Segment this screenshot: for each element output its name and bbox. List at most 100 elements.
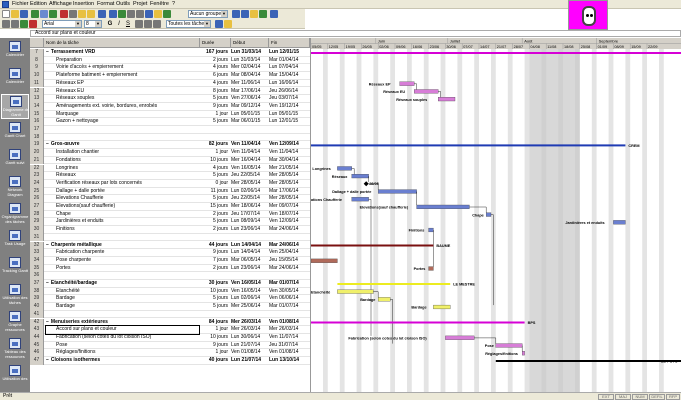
cell-finish[interactable]: Mar 30/04/14 [269, 157, 310, 165]
cell-id[interactable]: 27 [30, 203, 44, 211]
cell-name[interactable]: Gazon + nettoyage [46, 118, 199, 126]
cell-dur[interactable]: 167 jours [200, 49, 230, 57]
cell-id[interactable]: 44 [30, 333, 44, 342]
gantt-wizard-icon[interactable] [224, 20, 232, 28]
cell-dur[interactable]: 4 jours [200, 80, 230, 88]
cell-id[interactable]: 29 [30, 218, 44, 227]
cell-start[interactable]: Mer 16/04/14 [231, 157, 268, 165]
view-bar-item[interactable]: Tableau des ressources [1, 337, 29, 362]
cell-id[interactable]: 10 [30, 72, 44, 80]
cell-finish[interactable]: Mer 28/05/14 [269, 180, 310, 188]
cell-name[interactable]: Voirie d'accès + empierrement [46, 64, 199, 72]
cell-finish[interactable]: Lun 12/01/15 [269, 118, 310, 126]
cell-name[interactable]: Jardinières et enduits [46, 218, 199, 226]
menu-format[interactable]: Format [97, 1, 114, 8]
autofilter-icon[interactable] [215, 20, 223, 28]
cell-start[interactable]: Mer 11/06/14 [231, 80, 268, 88]
task-row[interactable]: 34 Pose charpente 7 jours Mar 06/05/14 Jeu 1… [30, 256, 310, 265]
cell-dur[interactable] [200, 311, 230, 319]
cell-finish[interactable] [269, 272, 310, 280]
cell-start[interactable]: Lun 21/07/14 [231, 357, 268, 365]
cell-start[interactable]: Lun 30/06/14 [231, 334, 268, 342]
spelling-icon[interactable] [49, 10, 57, 18]
font-select[interactable]: Arial ▼ [42, 20, 82, 28]
chevron-down-icon[interactable]: ▼ [75, 21, 81, 27]
cell-start[interactable]: Ven 01/08/14 [231, 349, 268, 357]
menu-insertion[interactable]: Insertion [73, 1, 94, 8]
cell-name[interactable]: − Gros-œuvre [46, 141, 199, 149]
cell-id[interactable]: 45 [30, 341, 44, 350]
cell-dur[interactable]: 10 jours [200, 288, 230, 296]
cell-id[interactable]: 11 [30, 79, 44, 88]
cell-finish[interactable]: Lun 05/01/15 [269, 111, 310, 119]
save-icon[interactable] [20, 10, 28, 18]
cell-start[interactable] [231, 126, 268, 134]
align-right-icon[interactable] [153, 20, 161, 28]
task-row[interactable]: 29 Jardinières et enduits 5 jours Lun 08/09… [30, 218, 310, 227]
cell-start[interactable]: Mer 26/03/14 [231, 326, 268, 334]
menu-fichier[interactable]: Fichier [12, 1, 29, 8]
cell-dur[interactable]: 44 jours [200, 242, 230, 250]
cell-start[interactable]: Jeu 22/05/14 [231, 172, 268, 180]
cell-start[interactable]: Lun 02/06/14 [231, 295, 268, 303]
cell-dur[interactable]: 15 jours [200, 203, 230, 211]
paste-icon[interactable] [78, 10, 86, 18]
cell-start[interactable]: Ven 11/04/14 [231, 149, 268, 157]
open-folder-icon[interactable] [11, 10, 19, 18]
cut-icon[interactable] [60, 10, 68, 18]
cell-dur[interactable]: 1 jour [200, 326, 230, 334]
summary-task-row[interactable]: 42− Menuiseries extérieures 84 jours Mer 26… [30, 318, 310, 327]
cell-id[interactable]: 39 [30, 295, 44, 304]
cell-id[interactable]: 16 [30, 118, 44, 126]
cell-name[interactable]: Bardage [46, 295, 199, 303]
hyperlink-icon[interactable] [109, 10, 117, 18]
cell-dur[interactable]: 4 jours [200, 165, 230, 173]
cell-finish[interactable]: Lun 12/01/15 [269, 49, 310, 57]
view-bar-item[interactable]: Calendrier [1, 67, 29, 92]
view-bar-item[interactable]: Network Diagram [1, 175, 29, 200]
cell-dur[interactable]: 84 jours [200, 319, 230, 327]
font-size-select[interactable]: 8 ▼ [84, 20, 102, 28]
cell-start[interactable] [231, 272, 268, 280]
cell-name[interactable]: Elevations Chaufferie [46, 195, 199, 203]
cell-start[interactable]: Ven 16/05/14 [231, 280, 268, 288]
cell-name[interactable]: − Menuiseries extérieures [46, 319, 199, 327]
cell-start[interactable]: Lun 31/03/14 [231, 57, 268, 65]
cell-finish[interactable]: Mar 01/07/14 [269, 303, 310, 311]
cell-finish[interactable]: Jeu 15/05/14 [269, 257, 310, 265]
cell-finish[interactable] [269, 311, 310, 319]
task-row[interactable]: 22 Longrines 4 jours Ven 16/05/14 Mer 21/05/… [30, 164, 310, 173]
collapse-icon[interactable]: − [46, 319, 49, 325]
copy-picture-icon[interactable] [259, 10, 267, 18]
cell-finish[interactable] [269, 234, 310, 242]
cell-start[interactable]: Mer 25/06/14 [231, 303, 268, 311]
cell-name[interactable] [46, 234, 199, 242]
cell-id[interactable]: 28 [30, 210, 44, 219]
cell-start[interactable]: Lun 31/03/14 [231, 49, 268, 57]
task-row[interactable]: 21 Fondations 10 jours Mer 16/04/14 Mar 30/0… [30, 156, 310, 165]
collapse-icon[interactable]: − [46, 357, 49, 363]
cell-name[interactable]: Bardage [46, 303, 199, 311]
group-select[interactable]: Aucun groupe ▼ [188, 10, 228, 18]
summary-task-row[interactable]: 19− Gros-œuvre 82 jours Ven 11/04/14 Ven 12/… [30, 141, 310, 150]
cell-start[interactable]: Mer 18/06/14 [231, 203, 268, 211]
cell-name[interactable]: Etanchéité [46, 288, 199, 296]
cell-name[interactable]: Réseaux souples [46, 95, 199, 103]
cell-finish[interactable]: Mer 09/07/14 [269, 203, 310, 211]
cell-finish[interactable]: Mar 24/06/14 [269, 242, 310, 250]
cell-name[interactable]: Chape [46, 211, 199, 219]
task-row[interactable]: 28 Chape 2 jours Jeu 17/07/14 Ven 18/07/14 [30, 210, 310, 219]
cell-start[interactable]: Ven 27/06/14 [231, 95, 268, 103]
copy-icon[interactable] [69, 10, 77, 18]
cell-finish[interactable]: Jeu 03/07/14 [269, 95, 310, 103]
chevron-down-icon[interactable]: ▼ [221, 11, 227, 17]
cell-dur[interactable]: 30 jours [200, 280, 230, 288]
view-bar-item[interactable]: Organigramme des tâches [1, 202, 29, 227]
cell-finish[interactable]: Mer 28/05/14 [269, 195, 310, 203]
task-row[interactable]: 40 Bardage 5 jours Mer 25/06/14 Mar 01/07/14 [30, 303, 310, 311]
cell-id[interactable]: 22 [30, 164, 44, 173]
cell-dur[interactable]: 10 jours [200, 334, 230, 342]
cell-finish[interactable]: Ven 19/12/14 [269, 103, 310, 111]
cell-finish[interactable] [269, 134, 310, 142]
cell-name[interactable]: Réseaux EP [46, 80, 199, 88]
